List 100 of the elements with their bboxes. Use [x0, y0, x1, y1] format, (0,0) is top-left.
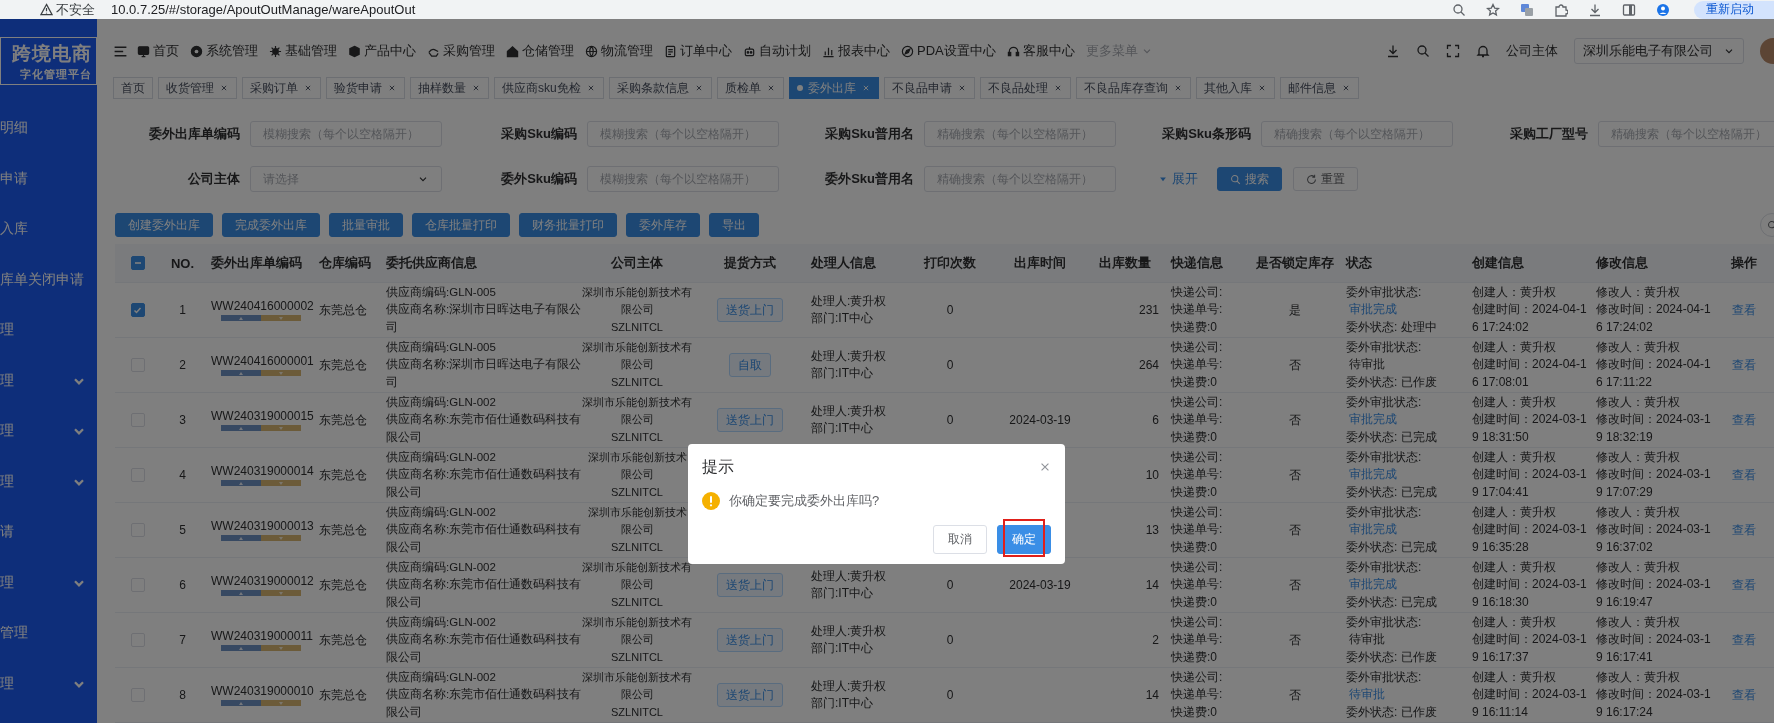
tab[interactable]: 其他入库 — [1195, 77, 1275, 99]
nav-item[interactable]: 仓储管理 — [506, 42, 574, 60]
up-arrow-button[interactable] — [221, 645, 261, 651]
nav-item[interactable]: 基础管理 — [269, 42, 337, 60]
view-link[interactable]: 查看 — [1732, 301, 1756, 319]
sidebar-item[interactable]: 库单关闭申请 — [0, 254, 97, 305]
select-all-checkbox[interactable] — [130, 256, 145, 270]
tab[interactable]: 委外出库 — [788, 77, 879, 99]
table-cell-text: 修改人：黄升权 修改时间：2024-03-1 9 16:17:41 — [1595, 613, 1712, 666]
house-icon — [506, 44, 519, 58]
sidebar-item[interactable]: 理 — [0, 305, 97, 356]
tab[interactable]: 质检单 — [716, 77, 784, 99]
sidebar-item[interactable]: 入库 — [0, 204, 97, 255]
action-button[interactable]: 委外库存 — [626, 213, 700, 237]
tab[interactable]: 不良品申请 — [883, 77, 975, 99]
nav-item[interactable]: 首页 — [137, 42, 179, 60]
nav-item[interactable]: 采购管理 — [427, 42, 495, 60]
sidebar-item[interactable]: 请 — [0, 507, 97, 558]
tab[interactable]: 邮件信息 — [1279, 77, 1359, 99]
close-button[interactable] — [1039, 461, 1051, 473]
sidebar-item[interactable]: 明细 — [0, 103, 97, 154]
down-arrow-button[interactable] — [261, 315, 301, 321]
sidebar-item[interactable]: 申请 — [0, 153, 97, 204]
action-button[interactable]: 仓库批量打印 — [412, 213, 510, 237]
tab[interactable]: 不良品库存查询 — [1075, 77, 1191, 99]
down-arrow-button[interactable] — [261, 425, 301, 431]
filter-label: 采购Sku条形码 — [1161, 125, 1251, 143]
view-link[interactable]: 查看 — [1732, 631, 1756, 649]
up-arrow-button[interactable] — [221, 370, 261, 376]
column-header: NO. — [169, 255, 196, 271]
view-link[interactable]: 查看 — [1732, 411, 1756, 429]
status-link[interactable]: 审批完成 — [1349, 411, 1397, 429]
sidebar-item[interactable]: 理 — [0, 658, 97, 709]
up-arrow-button[interactable] — [221, 535, 261, 541]
row-checkbox[interactable] — [130, 303, 145, 317]
tab[interactable]: 采购条款信息 — [608, 77, 712, 99]
table-cell-text: 深圳市乐能创新技术 限公司 SZLNITCL — [586, 449, 688, 500]
fullscreen-icon — [1446, 44, 1460, 58]
sidebar-item[interactable]: 理 — [0, 456, 97, 507]
confirm-button[interactable]: 确定 — [997, 525, 1051, 554]
sidebar-item[interactable]: 理 — [0, 406, 97, 457]
nav-item[interactable]: 客服中心 — [1006, 42, 1075, 60]
nav-item[interactable]: 订单中心 — [664, 42, 732, 60]
action-button[interactable]: 导出 — [709, 213, 759, 237]
search-icon — [1766, 219, 1774, 231]
status-label: 委外审批状态: — [1346, 559, 1422, 574]
down-arrow-button[interactable] — [261, 645, 301, 651]
tab[interactable]: 验货申请 — [326, 77, 405, 99]
tab[interactable]: 首页 — [113, 77, 153, 99]
up-arrow-button[interactable] — [221, 480, 261, 486]
status-link[interactable]: 待审批 — [1349, 686, 1385, 704]
expand-link[interactable]: 展开 — [1158, 170, 1198, 188]
status-link[interactable]: 审批完成 — [1349, 301, 1397, 319]
column-header: 处理人信息 — [810, 254, 877, 272]
nav-item[interactable]: 报表中心 — [822, 42, 890, 60]
nav-item[interactable]: 系统管理 — [190, 42, 258, 60]
nav-item[interactable]: 物流管理 — [585, 42, 653, 60]
status-link[interactable]: 审批完成 — [1349, 521, 1397, 539]
down-arrow-button[interactable] — [261, 700, 301, 706]
tab[interactable]: 抽样数量 — [410, 77, 489, 99]
table-cell-text: 10 — [1144, 468, 1160, 482]
address-bar[interactable]: 10.0.7.25/#/storage/ApoutOutManage/wareApoutOut — [111, 2, 416, 17]
search-button[interactable]: 搜索 — [1217, 167, 1282, 191]
sidebar-item[interactable]: 理 — [0, 557, 97, 608]
tab[interactable]: 采购订单 — [242, 77, 321, 99]
view-link[interactable]: 查看 — [1732, 521, 1756, 539]
company-select[interactable]: 深圳乐能电子有限公司 — [1574, 38, 1744, 64]
restart-button[interactable]: 重新启动 — [1694, 0, 1774, 19]
view-link[interactable]: 查看 — [1732, 466, 1756, 484]
action-button[interactable]: 财务批量打印 — [519, 213, 617, 237]
dialog-message: 你确定要完成委外出库吗? — [729, 492, 880, 510]
tab[interactable]: 供应商sku免检 — [494, 77, 604, 99]
nav-item[interactable]: PDA设置中心 — [901, 42, 996, 60]
action-button[interactable]: 完成委外出库 — [222, 213, 320, 237]
down-arrow-button[interactable] — [261, 535, 301, 541]
reset-button[interactable]: 重置 — [1293, 167, 1358, 191]
up-arrow-button[interactable] — [221, 315, 261, 321]
action-button[interactable]: 批量审批 — [329, 213, 403, 237]
status-link[interactable]: 审批完成 — [1349, 466, 1397, 484]
down-arrow-button[interactable] — [261, 370, 301, 376]
tab[interactable]: 收货管理 — [158, 77, 237, 99]
status-link[interactable]: 审批完成 — [1349, 576, 1397, 594]
action-button[interactable]: 创建委外出库 — [115, 213, 213, 237]
column-header: 公司主体 — [610, 254, 664, 272]
view-link[interactable]: 查看 — [1732, 356, 1756, 374]
view-link[interactable]: 查看 — [1732, 576, 1756, 594]
tab[interactable]: 不良品处理 — [979, 77, 1071, 99]
cancel-button[interactable]: 取消 — [933, 525, 987, 554]
sidebar-item[interactable]: 管理 — [0, 608, 97, 659]
view-link[interactable]: 查看 — [1732, 686, 1756, 704]
nav-item[interactable]: 自动计划 — [743, 42, 811, 60]
down-arrow-button[interactable] — [261, 590, 301, 596]
table-cell-text: 否 — [1288, 356, 1302, 374]
table-cell-text: 深圳市乐能创新技术有 限公司 SZLNITCL — [581, 559, 693, 610]
up-arrow-button[interactable] — [221, 425, 261, 431]
down-arrow-button[interactable] — [261, 480, 301, 486]
up-arrow-button[interactable] — [221, 700, 261, 706]
up-arrow-button[interactable] — [221, 590, 261, 596]
nav-item[interactable]: 产品中心 — [348, 42, 416, 60]
sidebar-item[interactable]: 理 — [0, 355, 97, 406]
